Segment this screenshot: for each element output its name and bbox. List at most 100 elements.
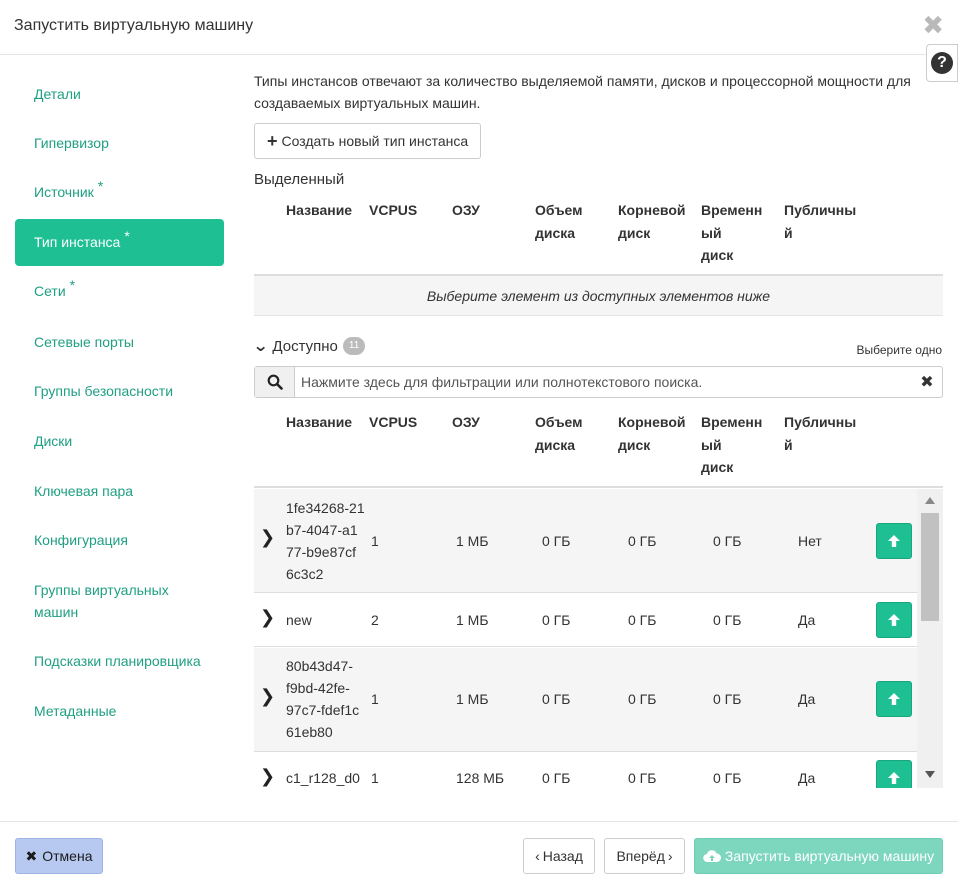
available-label: Доступно <box>272 337 338 355</box>
table-scrollbar[interactable] <box>917 489 943 788</box>
arrow-up-icon <box>888 535 900 547</box>
available-table: ❯ 1fe34268-21 b7-4047-a1 77-b9e87cf 6c3c… <box>254 489 943 788</box>
chevron-right-icon[interactable]: ❯ <box>260 686 275 707</box>
scroll-down-icon[interactable] <box>925 771 935 778</box>
sidebar-item-flavor[interactable]: Тип инстанса * <box>15 219 224 266</box>
col-header-root-disk[interactable]: Корневой диск <box>618 199 685 244</box>
cancel-button[interactable]: ✖ Отмена <box>15 838 103 874</box>
select-one-hint: Выберите одно <box>856 343 943 357</box>
scroll-up-icon[interactable] <box>925 497 935 504</box>
col-header-disk[interactable]: Объем диска <box>535 199 583 244</box>
sidebar-item-label: Источник <box>34 184 94 200</box>
flavor-vcpus: 1 <box>371 691 379 707</box>
col-header-public[interactable]: Публичны й <box>784 411 856 456</box>
sidebar-item-metadata[interactable]: Метаданные <box>15 700 224 722</box>
flavor-root-disk: 0 ГБ <box>628 770 657 786</box>
cancel-label: Отмена <box>42 848 93 864</box>
sidebar-item-volumes[interactable]: Диски <box>15 430 224 452</box>
sidebar-item-scheduler-hints[interactable]: Подсказки планировщика <box>15 650 224 672</box>
sidebar-item-configuration[interactable]: Конфигурация <box>15 529 224 551</box>
sidebar-item-label: Тип инстанса <box>34 234 121 250</box>
launch-instance-button[interactable]: Запустить виртуальную машину <box>694 838 943 874</box>
sidebar-item-server-groups[interactable]: Группы виртуальных машин <box>15 579 224 623</box>
flavor-name: 80b43d47- f9bd-42fe- 97c7-fdef1c 61eb80 <box>286 655 359 743</box>
col-header-name[interactable]: Название <box>286 199 352 222</box>
next-button[interactable]: Вперёд › <box>604 838 685 874</box>
create-flavor-button[interactable]: + Создать новый тип инстанса <box>254 123 482 159</box>
sidebar-item-label: Сетевые порты <box>34 334 134 350</box>
col-header-eph-line: диск <box>701 459 734 475</box>
search-input[interactable] <box>295 367 912 397</box>
question-circle-icon: ? <box>931 52 953 74</box>
back-button[interactable]: ‹ Назад <box>523 838 595 874</box>
flavor-vcpus: 1 <box>371 533 379 549</box>
sidebar-item-networks[interactable]: Сети * <box>15 277 224 302</box>
col-header-ephemeral-disk[interactable]: Временн ый диск <box>701 411 762 479</box>
col-header-vcpus[interactable]: VCPUS <box>369 411 417 434</box>
col-header-eph-line: ый <box>701 224 722 241</box>
col-header-public-line: Публичны <box>784 202 857 218</box>
allocated-label: Выделенный <box>254 171 345 188</box>
col-header-root-line: Корневой <box>618 414 686 430</box>
flavor-name-line: 80b43d47- <box>286 658 353 674</box>
flavor-ephemeral-disk: 0 ГБ <box>713 770 742 786</box>
sidebar-item-security-groups[interactable]: Группы безопасности <box>15 380 224 402</box>
allocate-button[interactable] <box>876 681 912 717</box>
flavor-public: Да <box>798 612 816 628</box>
sidebar-item-details[interactable]: Детали <box>15 83 224 105</box>
chevron-right-icon[interactable]: ❯ <box>260 766 275 787</box>
col-header-root-line: диск <box>618 436 651 453</box>
col-header-public-line: й <box>784 436 793 453</box>
col-header-vcpus[interactable]: VCPUS <box>369 199 417 222</box>
flavor-root-disk: 0 ГБ <box>628 612 657 628</box>
allocate-button[interactable] <box>876 602 912 638</box>
chevron-right-icon[interactable]: ❯ <box>260 607 275 628</box>
col-header-disk-line: диска <box>535 436 576 453</box>
col-header-name[interactable]: Название <box>286 411 352 434</box>
col-header-public-line: й <box>784 224 793 241</box>
create-flavor-label: Создать новый тип инстанса <box>281 133 469 149</box>
flavor-disk: 0 ГБ <box>542 770 571 786</box>
table-row[interactable]: ❯ 80b43d47- f9bd-42fe- 97c7-fdef1c 61eb8… <box>254 648 917 752</box>
col-header-ram[interactable]: ОЗУ <box>452 411 480 434</box>
chevron-right-icon[interactable]: ❯ <box>260 527 275 548</box>
arrow-up-icon <box>888 693 900 705</box>
clear-search-icon[interactable]: ✖ <box>912 367 942 397</box>
chevron-left-icon: ‹ <box>535 848 540 864</box>
available-header-divider <box>254 486 943 488</box>
sidebar-item-network-ports[interactable]: Сетевые порты <box>15 331 224 353</box>
col-header-public[interactable]: Публичны й <box>784 199 856 244</box>
flavor-ephemeral-disk: 0 ГБ <box>713 612 742 628</box>
col-header-disk[interactable]: Объем диска <box>535 411 583 456</box>
table-row[interactable]: ❯ new 2 1 МБ 0 ГБ 0 ГБ 0 ГБ Да <box>254 594 917 647</box>
flavor-name: c1_r128_d0 <box>286 770 360 786</box>
close-icon[interactable]: ✖ <box>922 12 944 38</box>
allocate-button[interactable] <box>876 760 912 788</box>
allocate-button[interactable] <box>876 523 912 559</box>
sidebar-item-label: Сети <box>34 283 66 299</box>
available-toggle[interactable]: ⌄ Доступно 11 <box>253 336 366 356</box>
back-label: Назад <box>542 848 583 864</box>
col-header-root-disk[interactable]: Корневой диск <box>618 411 685 456</box>
launch-label: Запустить виртуальную машину <box>724 848 935 864</box>
flavor-name-line: 61eb80 <box>286 724 333 740</box>
flavor-name: 1fe34268-21 b7-4047-a1 77-b9e87cf 6c3c2 <box>286 497 365 585</box>
flavor-vcpus: 2 <box>371 612 379 628</box>
table-row[interactable]: ❯ 1fe34268-21 b7-4047-a1 77-b9e87cf 6c3c… <box>254 489 917 593</box>
sidebar-item-key-pair[interactable]: Ключевая пара <box>15 480 224 502</box>
sidebar-item-label: Конфигурация <box>34 532 128 548</box>
flavor-name-line: 6c3c2 <box>286 566 324 582</box>
table-row[interactable]: ❯ c1_r128_d0 1 128 МБ 0 ГБ 0 ГБ 0 ГБ Да <box>254 753 917 788</box>
flavor-ephemeral-disk: 0 ГБ <box>713 691 742 707</box>
col-header-ephemeral-disk[interactable]: Временн ый диск <box>701 199 762 267</box>
col-header-ram[interactable]: ОЗУ <box>452 199 480 222</box>
flavor-disk: 0 ГБ <box>542 691 571 707</box>
scroll-thumb[interactable] <box>921 513 939 621</box>
col-header-eph-line: диск <box>701 247 734 263</box>
sidebar-item-source[interactable]: Источник * <box>15 178 224 203</box>
flavor-disk: 0 ГБ <box>542 533 571 549</box>
sidebar-item-hypervisor[interactable]: Гипервизор <box>15 132 224 154</box>
flavor-ram: 1 МБ <box>456 612 489 628</box>
flavor-root-disk: 0 ГБ <box>628 691 657 707</box>
next-label: Вперёд <box>616 848 665 864</box>
